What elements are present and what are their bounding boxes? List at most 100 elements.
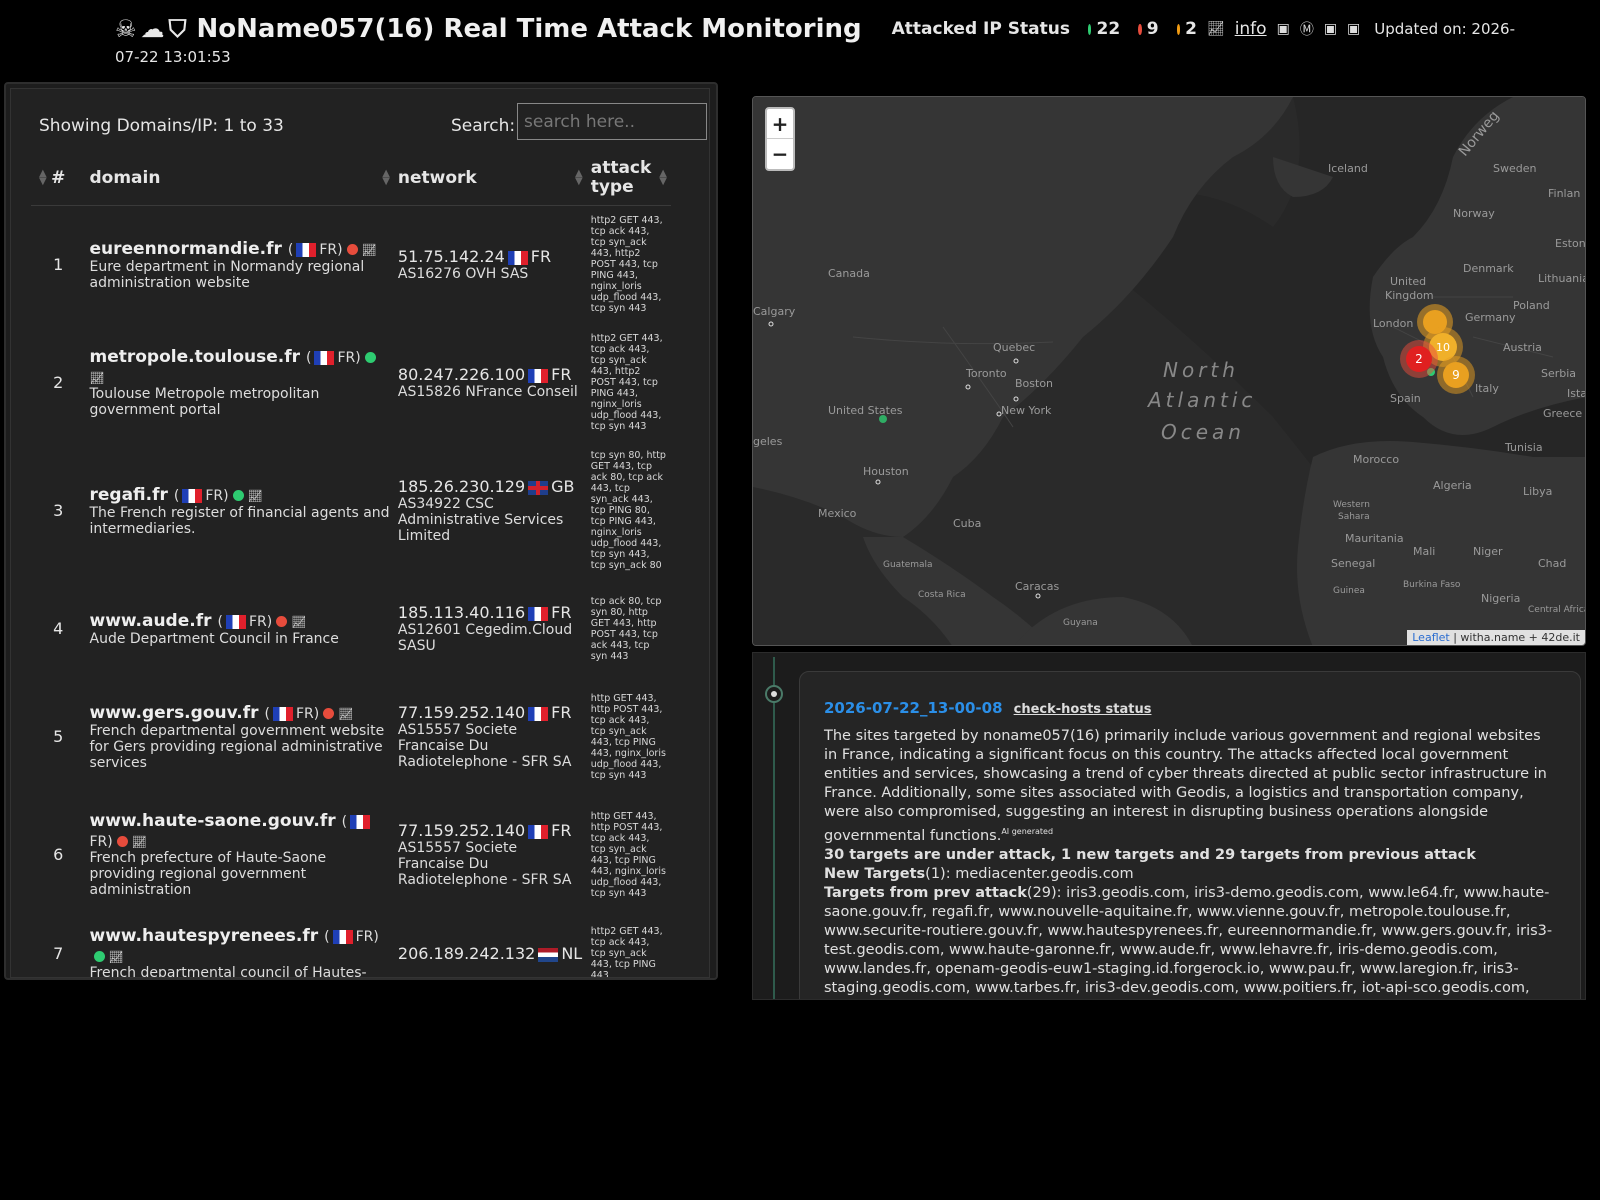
svg-text:Cuba: Cuba <box>953 517 981 530</box>
flag-fr-icon <box>350 815 371 829</box>
domain-name[interactable]: www.gers.gouv.fr <box>90 703 259 723</box>
ip-country: FR <box>551 603 572 622</box>
leaflet-link[interactable]: Leaflet <box>1412 631 1449 644</box>
page-header: ☠ ☁ ⛉ NoName057(16) Real Time Attack Mon… <box>115 14 1515 66</box>
svg-text:Chad: Chad <box>1538 557 1566 570</box>
domain-name[interactable]: metropole.toulouse.fr <box>90 347 301 367</box>
bluesky-icon[interactable]: ▣ <box>1324 21 1337 37</box>
attack-type: tcp ack 80, tcp syn 80, http GET 443, ht… <box>590 595 662 662</box>
svg-text:Costa Rica: Costa Rica <box>918 590 966 600</box>
zoom-out-button[interactable]: − <box>767 139 793 169</box>
svg-text:United States: United States <box>828 404 903 417</box>
svg-text:Austria: Austria <box>1503 341 1542 354</box>
zoom-in-button[interactable]: + <box>767 109 793 139</box>
network-cell: 51.75.142.24 FR AS16276 OVH SAS <box>394 206 587 324</box>
chart-icon[interactable]: 📈︎ <box>338 707 353 721</box>
domain-name[interactable]: www.aude.fr <box>90 611 212 631</box>
svg-text:Senegal: Senegal <box>1331 557 1375 570</box>
status-label: Attacked IP Status <box>891 19 1070 39</box>
chart-icon[interactable]: 📈︎ <box>132 835 147 849</box>
row-number: 2 <box>53 373 64 392</box>
ip-address: 77.159.252.140 <box>397 821 526 840</box>
svg-text:London: London <box>1373 317 1413 330</box>
svg-text:Algeria: Algeria <box>1433 479 1472 492</box>
chart-icon[interactable]: 📈︎ <box>109 950 124 964</box>
attack-map[interactable]: + − Norweg Iceland Sweden Finlan Norway … <box>752 96 1586 646</box>
svg-text:Western: Western <box>1333 500 1370 510</box>
svg-text:Nigeria: Nigeria <box>1481 592 1520 605</box>
svg-text:Ocean: Ocean <box>1161 420 1245 444</box>
mastodon-icon[interactable]: Ⓜ <box>1300 19 1314 39</box>
asn: AS15826 NFrance Conseil <box>397 384 578 400</box>
twitter-icon[interactable]: ▣ <box>1277 21 1290 37</box>
info-link[interactable]: info <box>1235 19 1267 39</box>
chart-icon[interactable]: 📈︎ <box>90 371 105 385</box>
svg-text:Central African: Central African <box>1528 605 1586 615</box>
chart-icon[interactable]: 📈︎ <box>291 615 306 629</box>
svg-text:Guinea: Guinea <box>1333 586 1365 596</box>
flag-fr-icon <box>273 706 293 721</box>
domain-description: French prefecture of Haute-Saone providi… <box>89 850 327 898</box>
svg-text:Guyana: Guyana <box>1063 618 1098 628</box>
network-cell: 77.159.252.140 FR AS15557 Societe Francais… <box>394 678 587 796</box>
asn: AS16276 OVH SAS <box>397 266 529 283</box>
domain-name[interactable]: www.haute-saone.gouv.fr <box>90 811 336 831</box>
targets-table: ▲ ▼ # domain ▲ ▼ network ▲ ▼ attack type ▲ ▼ 1 eu… <box>31 151 671 978</box>
domain-name[interactable]: eureennormandie.fr <box>90 239 282 259</box>
chart-icon[interactable]: 📈︎ <box>248 489 263 503</box>
svg-text:Italy: Italy <box>1475 382 1499 395</box>
domain-country: (FR) <box>173 487 229 504</box>
svg-text:Mexico: Mexico <box>818 507 857 520</box>
chart-icon[interactable]: 📈︎ <box>362 243 377 257</box>
flag-fr-icon <box>528 824 549 839</box>
col-header-attack-type[interactable]: attack type ▲ ▼ <box>586 151 671 206</box>
domain-cell: www.gers.gouv.fr (FR) 📈︎ French departmenta… <box>86 678 394 796</box>
domain-description: Toulouse Metropole metropolitan governme… <box>89 386 320 418</box>
asn: AS15557 Societe Francaise Du Radioteleph… <box>397 840 572 888</box>
svg-text:United: United <box>1390 275 1426 288</box>
timeline-node <box>765 685 783 703</box>
svg-text:Sweden: Sweden <box>1493 162 1536 175</box>
ip-country: NL <box>561 944 583 963</box>
chart-icon[interactable]: 📈︎ <box>1207 21 1225 37</box>
svg-text:Finlan: Finlan <box>1548 187 1580 200</box>
domain-country: (FR) <box>264 705 320 722</box>
search-input[interactable] <box>517 103 707 140</box>
svg-text:Boston: Boston <box>1015 377 1053 390</box>
network-cell: 185.113.40.116 FR AS12601 Cegedim.Cloud SA… <box>394 580 587 678</box>
targets-panel: Showing Domains/IP: 1 to 33 Search: ▲▼# … <box>4 82 718 980</box>
attack-type: http GET 443, http POST 443, tcp ack 443… <box>590 810 666 899</box>
timeline-timestamp[interactable]: 2026-07-22_13-00-08 <box>824 699 1003 717</box>
svg-text:Norway: Norway <box>1453 207 1495 220</box>
col-header-network[interactable]: network ▲ ▼ <box>393 151 587 206</box>
ip-country: FR <box>551 821 572 840</box>
svg-text:Atlantic: Atlantic <box>1146 388 1256 412</box>
network-cell: 80.247.226.100 FR AS15826 NFrance Conseil <box>394 324 587 442</box>
svg-text:Morocco: Morocco <box>1353 453 1399 466</box>
col-header-domain[interactable]: domain ▲ ▼ <box>85 151 394 206</box>
ip-address: 77.159.252.140 <box>397 703 526 722</box>
domain-description: French departmental council of Hautes- <box>89 965 367 978</box>
table-row: 6 www.haute-saone.gouv.fr (FR) 📈︎ French pre… <box>31 796 671 914</box>
svg-text:Quebec: Quebec <box>993 341 1035 354</box>
network-cell: 206.189.242.132 NL <box>394 914 587 978</box>
col-header-number[interactable]: ▲ ▼ # <box>31 151 86 206</box>
svg-text:Poland: Poland <box>1513 299 1550 312</box>
domain-name[interactable]: regafi.fr <box>90 485 168 505</box>
orange-count: 2 <box>1185 19 1197 39</box>
rss-icon[interactable]: ▣ <box>1347 21 1360 37</box>
ip-address: 206.189.242.132 <box>397 944 536 963</box>
svg-text:Libya: Libya <box>1523 485 1552 498</box>
svg-text:Niger: Niger <box>1473 545 1503 558</box>
title-text: NoName057(16) Real Time Attack Monitorin… <box>196 14 862 44</box>
asn: AS34922 CSC Administrative Services Limi… <box>397 496 564 544</box>
orange-status-dot <box>1176 23 1181 35</box>
domain-name[interactable]: www.hautespyrenees.fr <box>90 926 319 946</box>
check-hosts-link[interactable]: check-hosts status <box>1014 702 1152 717</box>
page-title: ☠ ☁ ⛉ NoName057(16) Real Time Attack Mon… <box>115 14 862 44</box>
green-status-dot <box>1087 23 1092 35</box>
attack-timeline: 2026-07-22_13-00-08 check-hosts status T… <box>752 652 1586 1000</box>
flag-fr-icon <box>314 351 335 365</box>
flag-fr-icon <box>182 488 203 503</box>
domain-description: Aude Department Council in France <box>89 630 339 647</box>
